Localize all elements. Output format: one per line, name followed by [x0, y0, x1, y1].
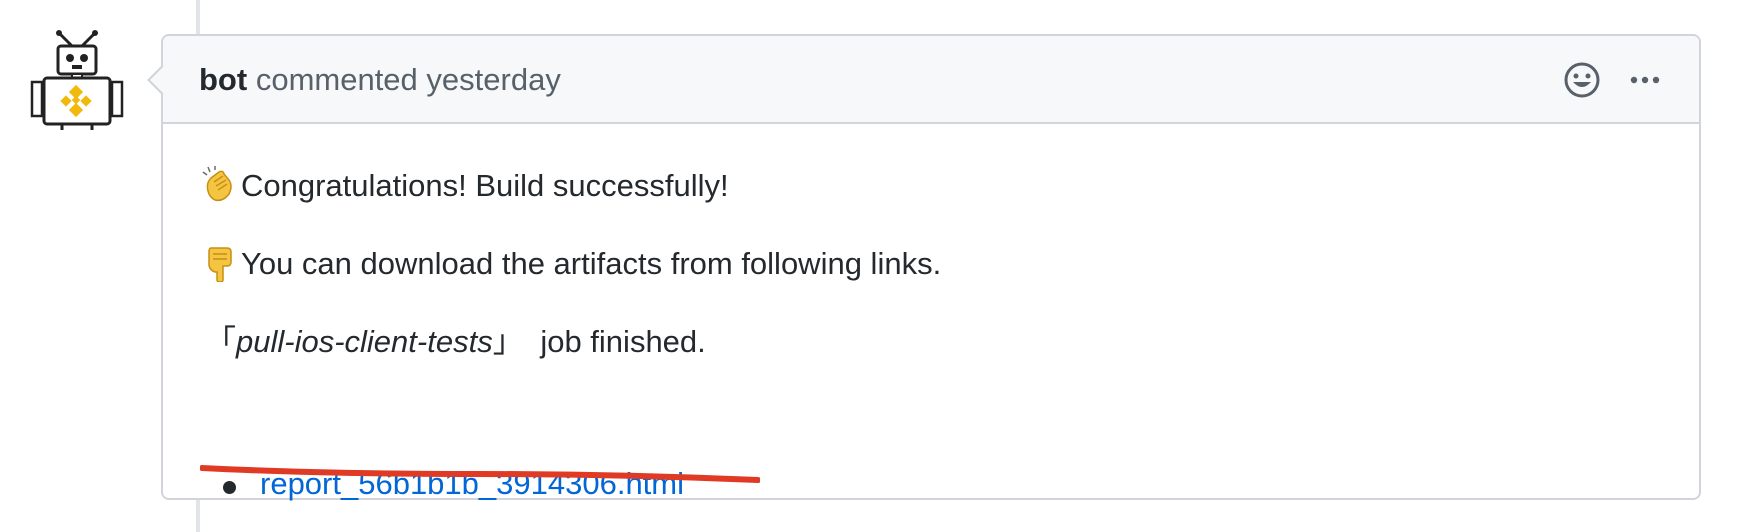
build-success-text: Congratulations! Build successfully! [241, 168, 729, 203]
comment-header-text: bot commented yesterday [199, 60, 561, 100]
comment-caret-inner [150, 66, 164, 94]
comment-author[interactable]: bot [199, 62, 247, 97]
job-finished-text: job finished. [540, 324, 706, 359]
job-open-bracket: 「 [205, 324, 236, 359]
comment-box: bot commented yesterday Congratulations!… [147, 34, 1701, 501]
clapping-hands-icon [199, 164, 239, 204]
comment-header: bot commented yesterday [163, 36, 1699, 124]
smiley-reaction-icon[interactable] [1560, 58, 1604, 102]
pointing-down-icon [199, 242, 239, 283]
red-annotation-underline [200, 465, 760, 483]
robot-avatar-icon[interactable] [28, 30, 128, 130]
comment-body: Congratulations! Build successfully! You… [163, 124, 1699, 501]
job-close-bracket: 」 [492, 324, 524, 359]
comment-timestamp[interactable]: yesterday [426, 62, 560, 97]
download-info-line: You can download the artifacts from foll… [199, 242, 941, 286]
build-success-line: Congratulations! Build successfully! [199, 164, 729, 208]
job-name: pull-ios-client-tests [236, 324, 493, 359]
comment-action: commented [255, 62, 418, 97]
kebab-more-icon[interactable] [1623, 58, 1667, 102]
download-info-text: You can download the artifacts from foll… [241, 246, 942, 281]
job-finished-line: 「pull-ios-client-tests」 job finished. [205, 320, 706, 364]
